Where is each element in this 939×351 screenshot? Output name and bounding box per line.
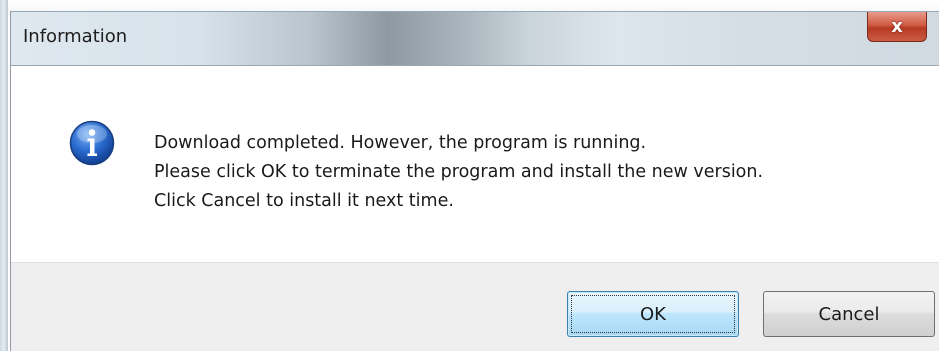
- information-icon: [69, 120, 115, 166]
- message-area: Download completed. However, the program…: [11, 66, 939, 262]
- ok-button[interactable]: OK: [567, 291, 739, 337]
- message-line: Download completed. However, the program…: [154, 133, 647, 153]
- cancel-button[interactable]: Cancel: [763, 291, 935, 337]
- message-line: Please click OK to terminate the program…: [154, 162, 764, 182]
- information-dialog: Information x Download completed. Howeve…: [10, 11, 939, 351]
- cancel-button-label: Cancel: [818, 303, 880, 325]
- button-bar: OK Cancel: [11, 262, 939, 351]
- message-line: Click Cancel to install it next time.: [154, 191, 454, 211]
- message-text: Download completed. However, the program…: [154, 129, 763, 216]
- window-title: Information: [23, 26, 128, 47]
- focus-rectangle: [571, 295, 735, 333]
- close-button[interactable]: x: [867, 12, 927, 42]
- window-left-frame: [0, 0, 8, 351]
- close-icon: x: [891, 15, 903, 37]
- title-bar[interactable]: Information x: [11, 12, 939, 66]
